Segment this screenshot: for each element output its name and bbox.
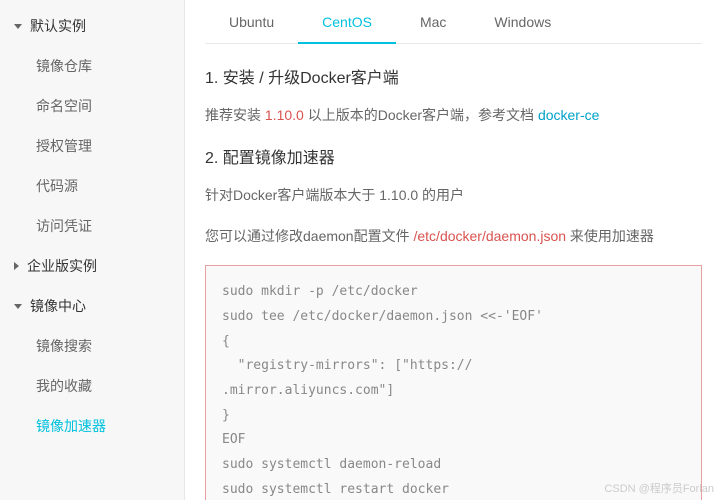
os-tabs: Ubuntu CentOS Mac Windows — [205, 2, 702, 44]
section-install-text: 推荐安装 1.10.0 以上版本的Docker客户端，参考文档 docker-c… — [205, 104, 702, 126]
docker-ce-link[interactable]: docker-ce — [538, 107, 599, 123]
nav-group-default-instance[interactable]: 默认实例 — [0, 6, 184, 46]
nav-group-label: 默认实例 — [30, 16, 86, 36]
section-config-title: 2. 配置镜像加速器 — [205, 144, 702, 168]
tab-windows[interactable]: Windows — [470, 2, 575, 44]
nav-group-enterprise[interactable]: 企业版实例 — [0, 246, 184, 286]
nav-item-access-cred[interactable]: 访问凭证 — [0, 206, 184, 246]
nav-group-image-center[interactable]: 镜像中心 — [0, 286, 184, 326]
chevron-right-icon — [14, 262, 19, 270]
chevron-down-icon — [14, 304, 22, 309]
nav-item-mirror-accel[interactable]: 镜像加速器 — [0, 406, 184, 446]
watermark: CSDN @程序员Forlan — [604, 480, 714, 496]
tab-content: 1. 安装 / 升级Docker客户端 推荐安装 1.10.0 以上版本的Doc… — [205, 44, 702, 500]
nav-item-image-search[interactable]: 镜像搜索 — [0, 326, 184, 366]
chevron-down-icon — [14, 24, 22, 29]
section-install-title: 1. 安装 / 升级Docker客户端 — [205, 64, 702, 88]
tab-mac[interactable]: Mac — [396, 2, 470, 44]
code-block[interactable]: sudo mkdir -p /etc/docker sudo tee /etc/… — [205, 265, 702, 500]
main-content: Ubuntu CentOS Mac Windows 1. 安装 / 升级Dock… — [185, 0, 722, 500]
section-config-text1: 针对Docker客户端版本大于 1.10.0 的用户 — [205, 184, 702, 206]
nav-item-image-repo[interactable]: 镜像仓库 — [0, 46, 184, 86]
tab-centos[interactable]: CentOS — [298, 2, 396, 44]
nav-item-auth-mgmt[interactable]: 授权管理 — [0, 126, 184, 166]
nav-item-code-source[interactable]: 代码源 — [0, 166, 184, 206]
nav-group-label: 镜像中心 — [30, 296, 86, 316]
daemon-json-path: /etc/docker/daemon.json — [413, 228, 566, 244]
version-text: 1.10.0 — [265, 107, 304, 123]
section-config-text2: 您可以通过修改daemon配置文件 /etc/docker/daemon.jso… — [205, 225, 702, 247]
nav-item-my-favorites[interactable]: 我的收藏 — [0, 366, 184, 406]
nav-group-label: 企业版实例 — [27, 256, 97, 276]
sidebar: 默认实例 镜像仓库 命名空间 授权管理 代码源 访问凭证 企业版实例 镜像中心 … — [0, 0, 185, 500]
nav-item-namespace[interactable]: 命名空间 — [0, 86, 184, 126]
tab-ubuntu[interactable]: Ubuntu — [205, 2, 298, 44]
